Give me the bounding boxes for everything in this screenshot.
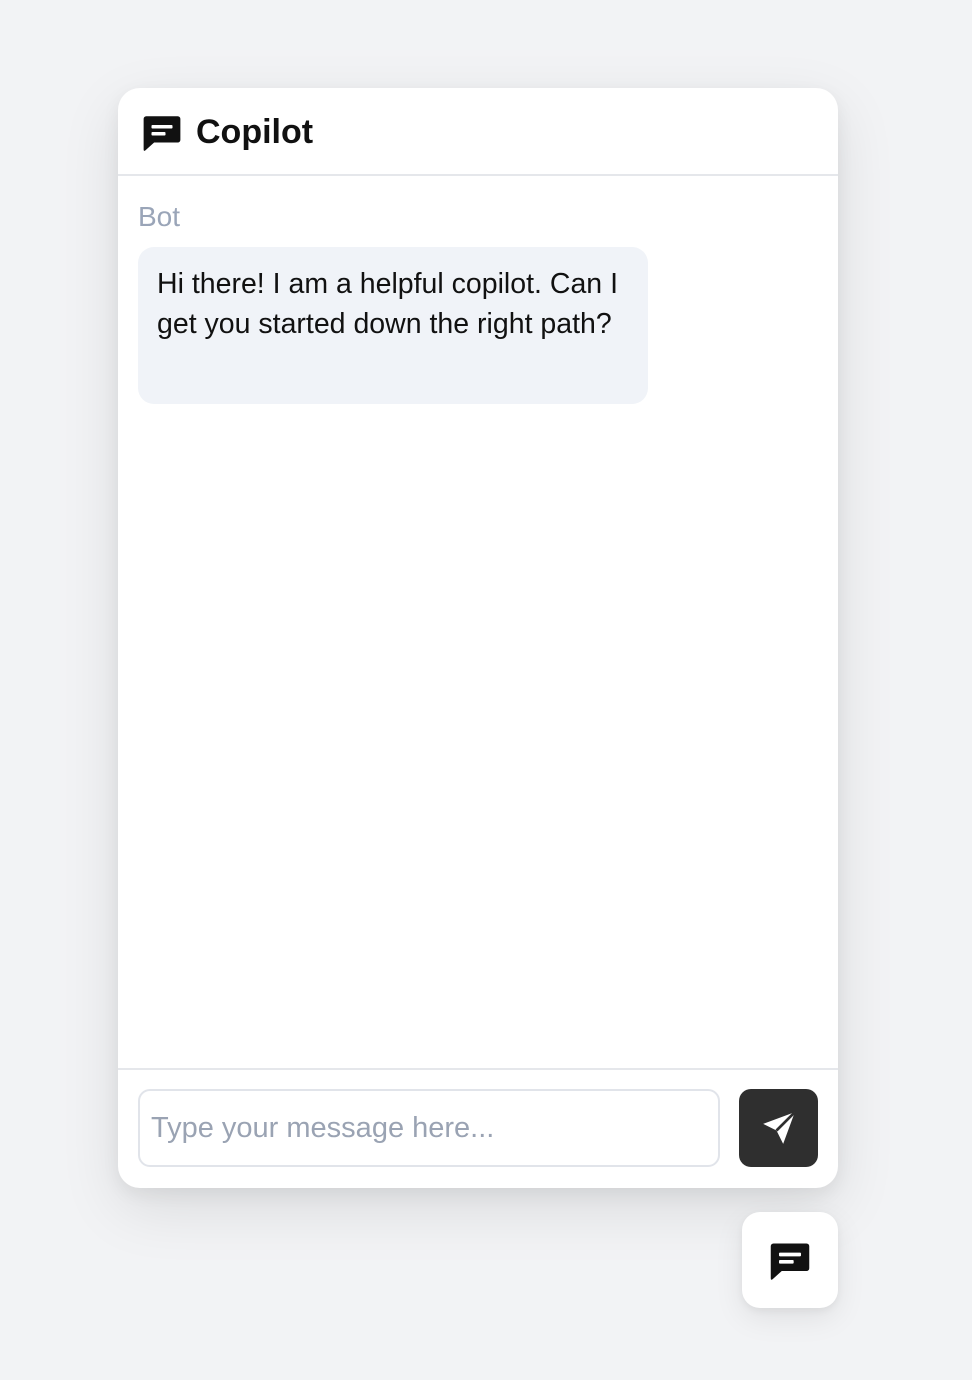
chat-launcher-button[interactable] xyxy=(742,1212,838,1308)
message-sender: Bot xyxy=(138,201,181,232)
chat-header: Copilot xyxy=(118,88,838,176)
header-title: Copilot xyxy=(196,113,314,151)
bot-message-bubble: Hi there! I am a helpful copilot. Can I … xyxy=(138,247,648,404)
message-input[interactable] xyxy=(138,1089,720,1167)
send-button[interactable] xyxy=(739,1089,818,1167)
chat-window: Copilot Bot Hi there! I am a helpful cop… xyxy=(118,88,838,1188)
chat-icon xyxy=(768,1238,812,1282)
message-composer xyxy=(118,1068,838,1188)
chat-icon xyxy=(141,111,183,153)
send-icon xyxy=(759,1108,799,1148)
